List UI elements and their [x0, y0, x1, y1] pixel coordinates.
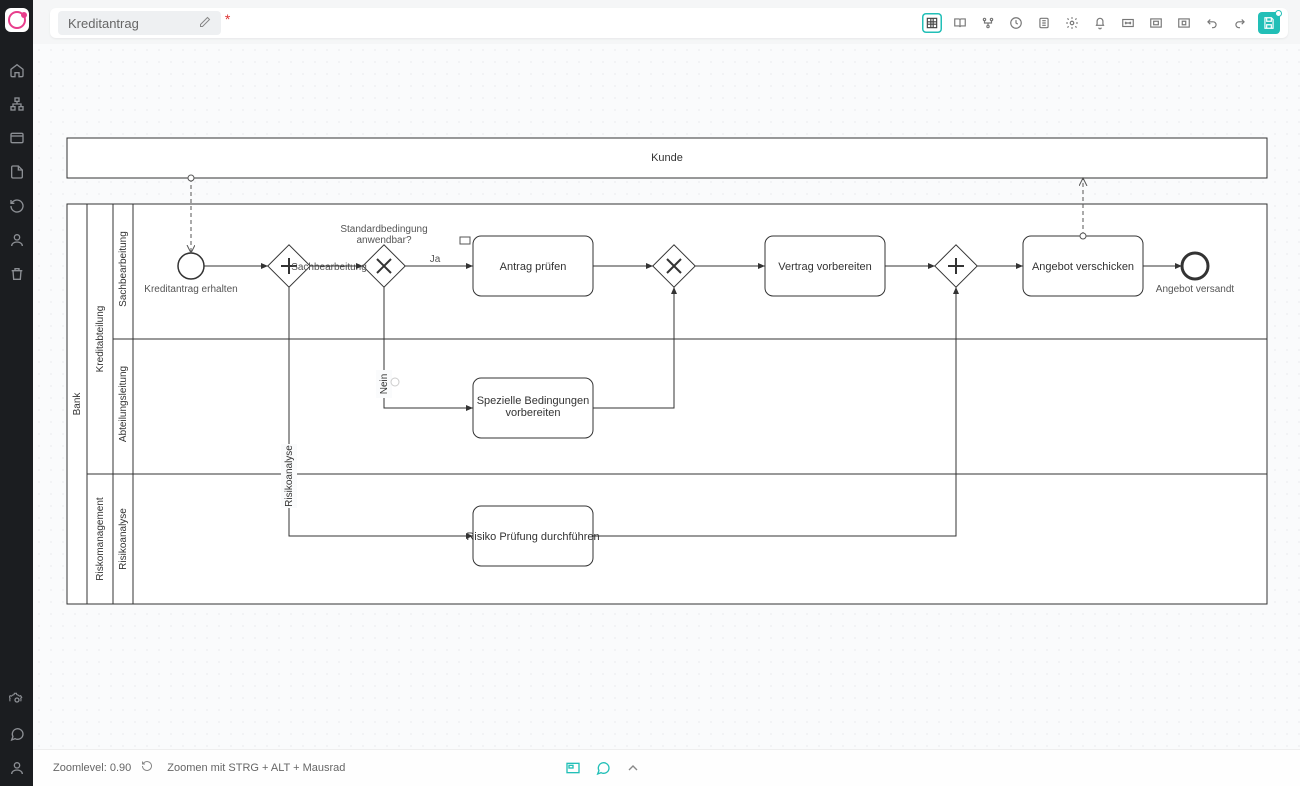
- task-angebot-verschicken[interactable]: Angebot verschicken: [1023, 236, 1143, 296]
- minimap-icon[interactable]: [565, 760, 581, 776]
- start-event-label: Kreditantrag erhalten: [144, 284, 237, 295]
- grid-view-icon[interactable]: [922, 13, 942, 33]
- task-antrag-label: Antrag prüfen: [500, 261, 567, 273]
- bell-icon[interactable]: [1090, 13, 1110, 33]
- flow-gw2-no-label: Nein: [379, 374, 390, 395]
- task-antrag-pruefen[interactable]: Antrag prüfen: [460, 236, 593, 296]
- branch-icon[interactable]: [978, 13, 998, 33]
- window-icon[interactable]: [9, 130, 25, 146]
- flow-gw1-right-label: Sachbearbeitung: [291, 262, 367, 273]
- document-icon[interactable]: [9, 164, 25, 180]
- refresh-icon[interactable]: [9, 198, 25, 214]
- document-title-chip[interactable]: Kreditantrag: [58, 11, 221, 35]
- fit-screen-icon[interactable]: [1146, 13, 1166, 33]
- redo-icon[interactable]: [1230, 13, 1250, 33]
- task-risiko-label: Risiko Prüfung durchführen: [466, 531, 599, 543]
- task-vertrag-label: Vertrag vorbereiten: [778, 261, 872, 273]
- comments-icon[interactable]: [595, 760, 611, 776]
- task-vertrag-vorbereiten[interactable]: Vertrag vorbereiten: [765, 236, 885, 296]
- left-sidebar: [0, 0, 33, 786]
- save-button[interactable]: [1258, 12, 1280, 34]
- status-bar: Zoomlevel: 0.90 Zoomen mit STRG + ALT + …: [33, 749, 1300, 786]
- task-risiko-pruefung[interactable]: Risiko Prüfung durchführen: [466, 506, 599, 566]
- users-icon[interactable]: [9, 232, 25, 248]
- edit-title-icon[interactable]: [199, 16, 211, 31]
- book-icon[interactable]: [950, 13, 970, 33]
- document-title: Kreditantrag: [68, 16, 139, 31]
- user-icon[interactable]: [9, 760, 25, 776]
- trash-icon[interactable]: [9, 266, 25, 282]
- fit-width-icon[interactable]: [1118, 13, 1138, 33]
- task-spezielle-bedingungen[interactable]: Spezielle Bedingungenvorbereiten: [473, 378, 593, 438]
- zoom-level: Zoomlevel: 0.90: [53, 762, 131, 774]
- zoom-reset-icon[interactable]: [141, 760, 157, 776]
- lane-risikoanalyse-label: Risikoanalyse: [118, 508, 129, 570]
- lane-credit-label: Kreditabteilung: [95, 306, 106, 373]
- flow-gw2-yes-label: Ja: [430, 254, 441, 265]
- chat-icon[interactable]: [9, 726, 25, 742]
- pool-bank-label: Bank: [72, 392, 83, 416]
- diagram-canvas[interactable]: Kunde Bank Kreditabteilung Sachbearbeitu…: [33, 44, 1300, 750]
- undo-icon[interactable]: [1202, 13, 1222, 33]
- lane-abteilungsleitung-label: Abteilungsleitung: [118, 366, 129, 442]
- lane-sachbearbeitung-label: Sachbearbeitung: [118, 231, 129, 307]
- pool-customer[interactable]: Kunde: [67, 138, 1267, 178]
- clock-icon[interactable]: [1006, 13, 1026, 33]
- server-icon[interactable]: [1034, 13, 1054, 33]
- chevron-up-icon[interactable]: [625, 760, 641, 776]
- home-icon[interactable]: [9, 62, 25, 78]
- flow-risk-label: Risikoanalyse: [284, 445, 295, 507]
- app-logo[interactable]: [5, 8, 29, 32]
- task-angebot-label: Angebot verschicken: [1032, 261, 1134, 273]
- toolbar: [922, 12, 1280, 34]
- pool-customer-label: Kunde: [651, 152, 683, 164]
- zoom-hint: Zoomen mit STRG + ALT + Mausrad: [167, 762, 345, 774]
- hierarchy-icon[interactable]: [9, 96, 25, 112]
- gear-icon[interactable]: [1062, 13, 1082, 33]
- lane-riskmgmt-label: Riskomanagement: [95, 497, 106, 581]
- unsaved-indicator: *: [225, 11, 230, 27]
- settings-icon[interactable]: [9, 692, 25, 708]
- collapse-icon[interactable]: [1174, 13, 1194, 33]
- topbar: Kreditantrag *: [50, 8, 1288, 38]
- end-event-label: Angebot versandt: [1156, 284, 1235, 295]
